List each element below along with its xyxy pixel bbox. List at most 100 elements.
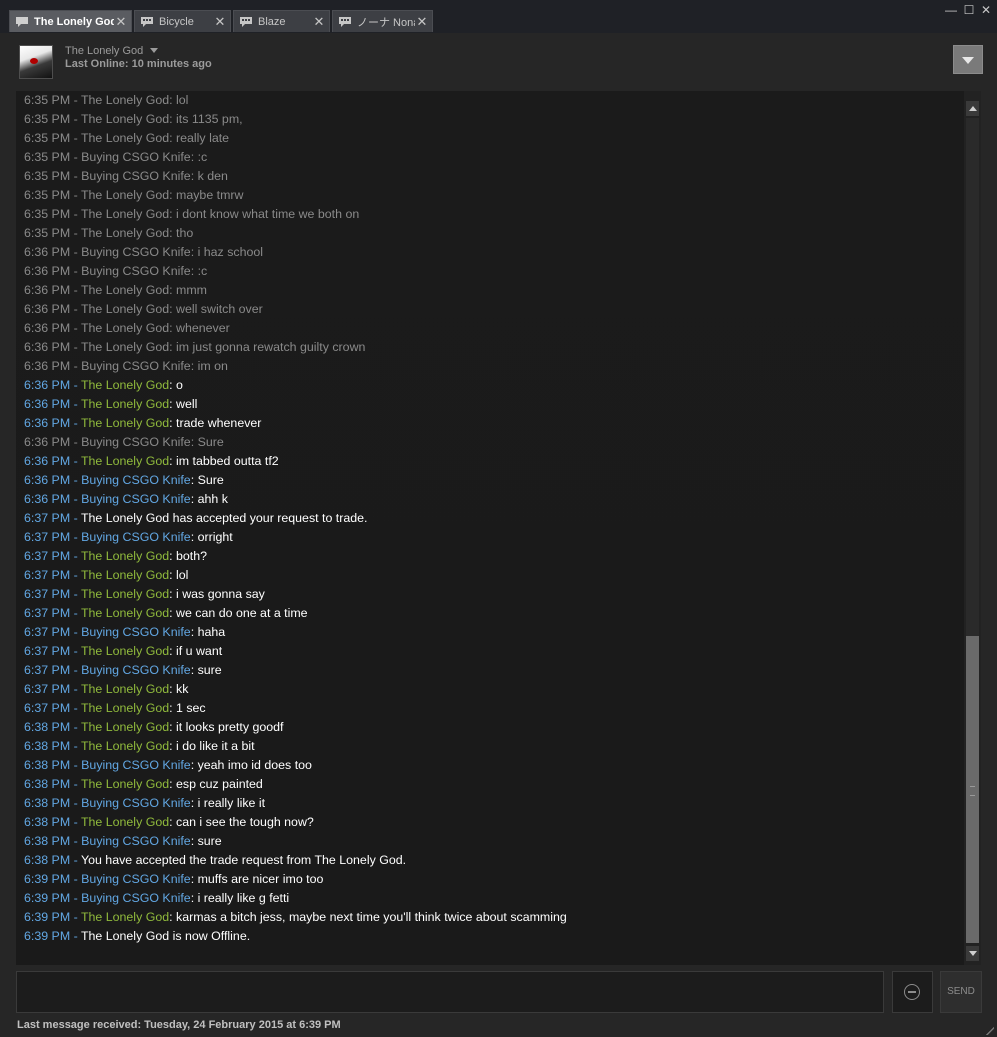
scroll-down-button[interactable] xyxy=(966,946,979,961)
message-timestamp: 6:36 PM xyxy=(24,283,71,297)
close-icon[interactable]: ✕ xyxy=(213,14,227,30)
message-text: ahh k xyxy=(197,492,228,506)
message-text: :c xyxy=(197,264,208,278)
message-text: im tabbed outta tf2 xyxy=(176,454,279,468)
message-sender: The Lonely God xyxy=(80,207,170,221)
message-timestamp: 6:37 PM xyxy=(24,644,71,658)
chat-message: 6:35 PM - The Lonely God: tho xyxy=(24,226,194,240)
message-timestamp: 6:36 PM xyxy=(24,264,71,278)
message-timestamp: 6:35 PM xyxy=(24,169,71,183)
chat-message: 6:39 PM - Buying CSGO Knife: i really li… xyxy=(24,891,290,905)
tab-nona[interactable]: ノーナ Nona ✕ xyxy=(332,10,433,32)
message-text: whenever xyxy=(176,321,230,335)
resize-grip-icon[interactable] xyxy=(984,1025,994,1035)
avatar[interactable] xyxy=(19,45,53,79)
message-sender: Buying CSGO Knife xyxy=(81,796,191,810)
chat-message: 6:38 PM - Buying CSGO Knife: sure xyxy=(24,834,222,848)
send-button[interactable]: SEND xyxy=(940,971,982,1013)
message-input[interactable] xyxy=(16,971,884,1013)
message-text: Sure xyxy=(197,473,224,487)
chat-message: 6:35 PM - Buying CSGO Knife: k den xyxy=(24,169,228,183)
message-text: kk xyxy=(176,682,189,696)
message-text: well switch over xyxy=(176,302,263,316)
message-timestamp: 6:39 PM xyxy=(24,872,71,886)
chat-log[interactable]: 6:35 PM - The Lonely God: lol 6:35 PM - T… xyxy=(16,91,964,965)
message-timestamp: 6:37 PM xyxy=(24,530,71,544)
message-timestamp: 6:36 PM xyxy=(24,416,71,430)
tab-label: ノーナ Nona xyxy=(357,16,415,29)
chat-message: 6:36 PM - Buying CSGO Knife: Sure xyxy=(24,435,224,449)
message-sender: The Lonely God xyxy=(80,720,170,734)
message-sender: The Lonely God xyxy=(80,644,170,658)
message-sender: The Lonely God xyxy=(80,397,170,411)
message-text: if u want xyxy=(176,644,223,658)
chat-message: 6:37 PM - The Lonely God: if u want xyxy=(24,644,223,658)
chat-message: 6:35 PM - Buying CSGO Knife: :c xyxy=(24,150,208,164)
message-timestamp: 6:37 PM xyxy=(24,625,71,639)
message-timestamp: 6:38 PM xyxy=(24,834,71,848)
message-sender: The Lonely God xyxy=(80,777,170,791)
message-timestamp: 6:37 PM xyxy=(24,663,71,677)
chat-options-dropdown-button[interactable] xyxy=(953,45,983,74)
message-text: both? xyxy=(176,549,208,563)
message-timestamp: 6:36 PM xyxy=(24,454,71,468)
scroll-up-button[interactable] xyxy=(966,101,979,116)
chat-message: 6:35 PM - The Lonely God: really late xyxy=(24,131,230,145)
emoticon-button[interactable] xyxy=(892,971,933,1013)
message-text: maybe tmrw xyxy=(176,188,244,202)
message-sender: Buying CSGO Knife xyxy=(81,245,191,259)
close-icon[interactable]: ✕ xyxy=(114,14,128,30)
tab-blaze[interactable]: Blaze ✕ xyxy=(233,10,330,32)
message-text: 1 sec xyxy=(176,701,206,715)
chat-message: 6:37 PM - The Lonely God: 1 sec xyxy=(24,701,206,715)
message-sender: The Lonely God xyxy=(80,131,170,145)
maximize-button[interactable]: ☐ xyxy=(962,3,976,17)
chat-message: 6:38 PM - The Lonely God: i do like it a… xyxy=(24,739,255,753)
friend-name[interactable]: The Lonely God xyxy=(65,45,143,57)
message-text: mmm xyxy=(176,283,207,297)
chat-header: The Lonely God Last Online: 10 minutes a… xyxy=(10,33,987,91)
chat-message: 6:39 PM - The Lonely God is now Offline. xyxy=(24,929,251,943)
chat-message: 6:38 PM - Buying CSGO Knife: i really li… xyxy=(24,796,266,810)
message-text: k den xyxy=(197,169,228,183)
chat-scrollbar[interactable] xyxy=(964,91,981,965)
chat-message: 6:36 PM - Buying CSGO Knife: i haz schoo… xyxy=(24,245,264,259)
chat-message: 6:38 PM - Buying CSGO Knife: yeah imo id… xyxy=(24,758,312,772)
chat-message: 6:37 PM - Buying CSGO Knife: haha xyxy=(24,625,226,639)
message-text: tho xyxy=(176,226,194,240)
message-timestamp: 6:37 PM xyxy=(24,682,71,696)
tab-the-lonely-god[interactable]: The Lonely God ✕ xyxy=(9,10,132,32)
message-sender: The Lonely God xyxy=(80,283,170,297)
close-icon[interactable]: ✕ xyxy=(415,14,429,30)
tab-bicycle[interactable]: Bicycle ✕ xyxy=(134,10,231,32)
scroll-thumb[interactable] xyxy=(966,636,979,943)
message-text: lol xyxy=(176,568,189,582)
message-sender: The Lonely God xyxy=(80,549,170,563)
chat-message: 6:37 PM - The Lonely God: both? xyxy=(24,549,208,563)
system-message-text: You have accepted the trade request from… xyxy=(80,853,407,867)
message-text: karmas a bitch jess, maybe next time you… xyxy=(176,910,567,924)
message-timestamp: 6:36 PM xyxy=(24,302,71,316)
chat-message: 6:36 PM - The Lonely God: whenever xyxy=(24,321,230,335)
message-timestamp: 6:39 PM xyxy=(24,910,71,924)
tab-bar: The Lonely God ✕ Bicycle ✕ Blaze ✕ ノーナ N… xyxy=(0,0,997,33)
message-text: haha xyxy=(197,625,226,639)
message-timestamp: 6:36 PM xyxy=(24,378,71,392)
chat-message: 6:36 PM - Buying CSGO Knife: Sure xyxy=(24,473,224,487)
close-window-button[interactable]: ✕ xyxy=(979,3,993,17)
message-sender: The Lonely God xyxy=(80,739,170,753)
message-sender: Buying CSGO Knife xyxy=(81,435,191,449)
message-sender: The Lonely God xyxy=(80,910,170,924)
message-text: trade whenever xyxy=(176,416,262,430)
message-text: lol xyxy=(176,93,189,107)
message-sender: The Lonely God xyxy=(80,302,170,316)
message-sender: The Lonely God xyxy=(80,93,170,107)
chat-bubble-icon xyxy=(240,16,252,27)
close-icon[interactable]: ✕ xyxy=(312,14,326,30)
message-timestamp: 6:35 PM xyxy=(24,112,71,126)
message-text: Sure xyxy=(197,435,224,449)
tab-label: Blaze xyxy=(258,15,286,28)
minimize-button[interactable]: — xyxy=(944,3,958,17)
chevron-down-icon[interactable] xyxy=(150,48,158,53)
message-sender: The Lonely God xyxy=(80,568,170,582)
